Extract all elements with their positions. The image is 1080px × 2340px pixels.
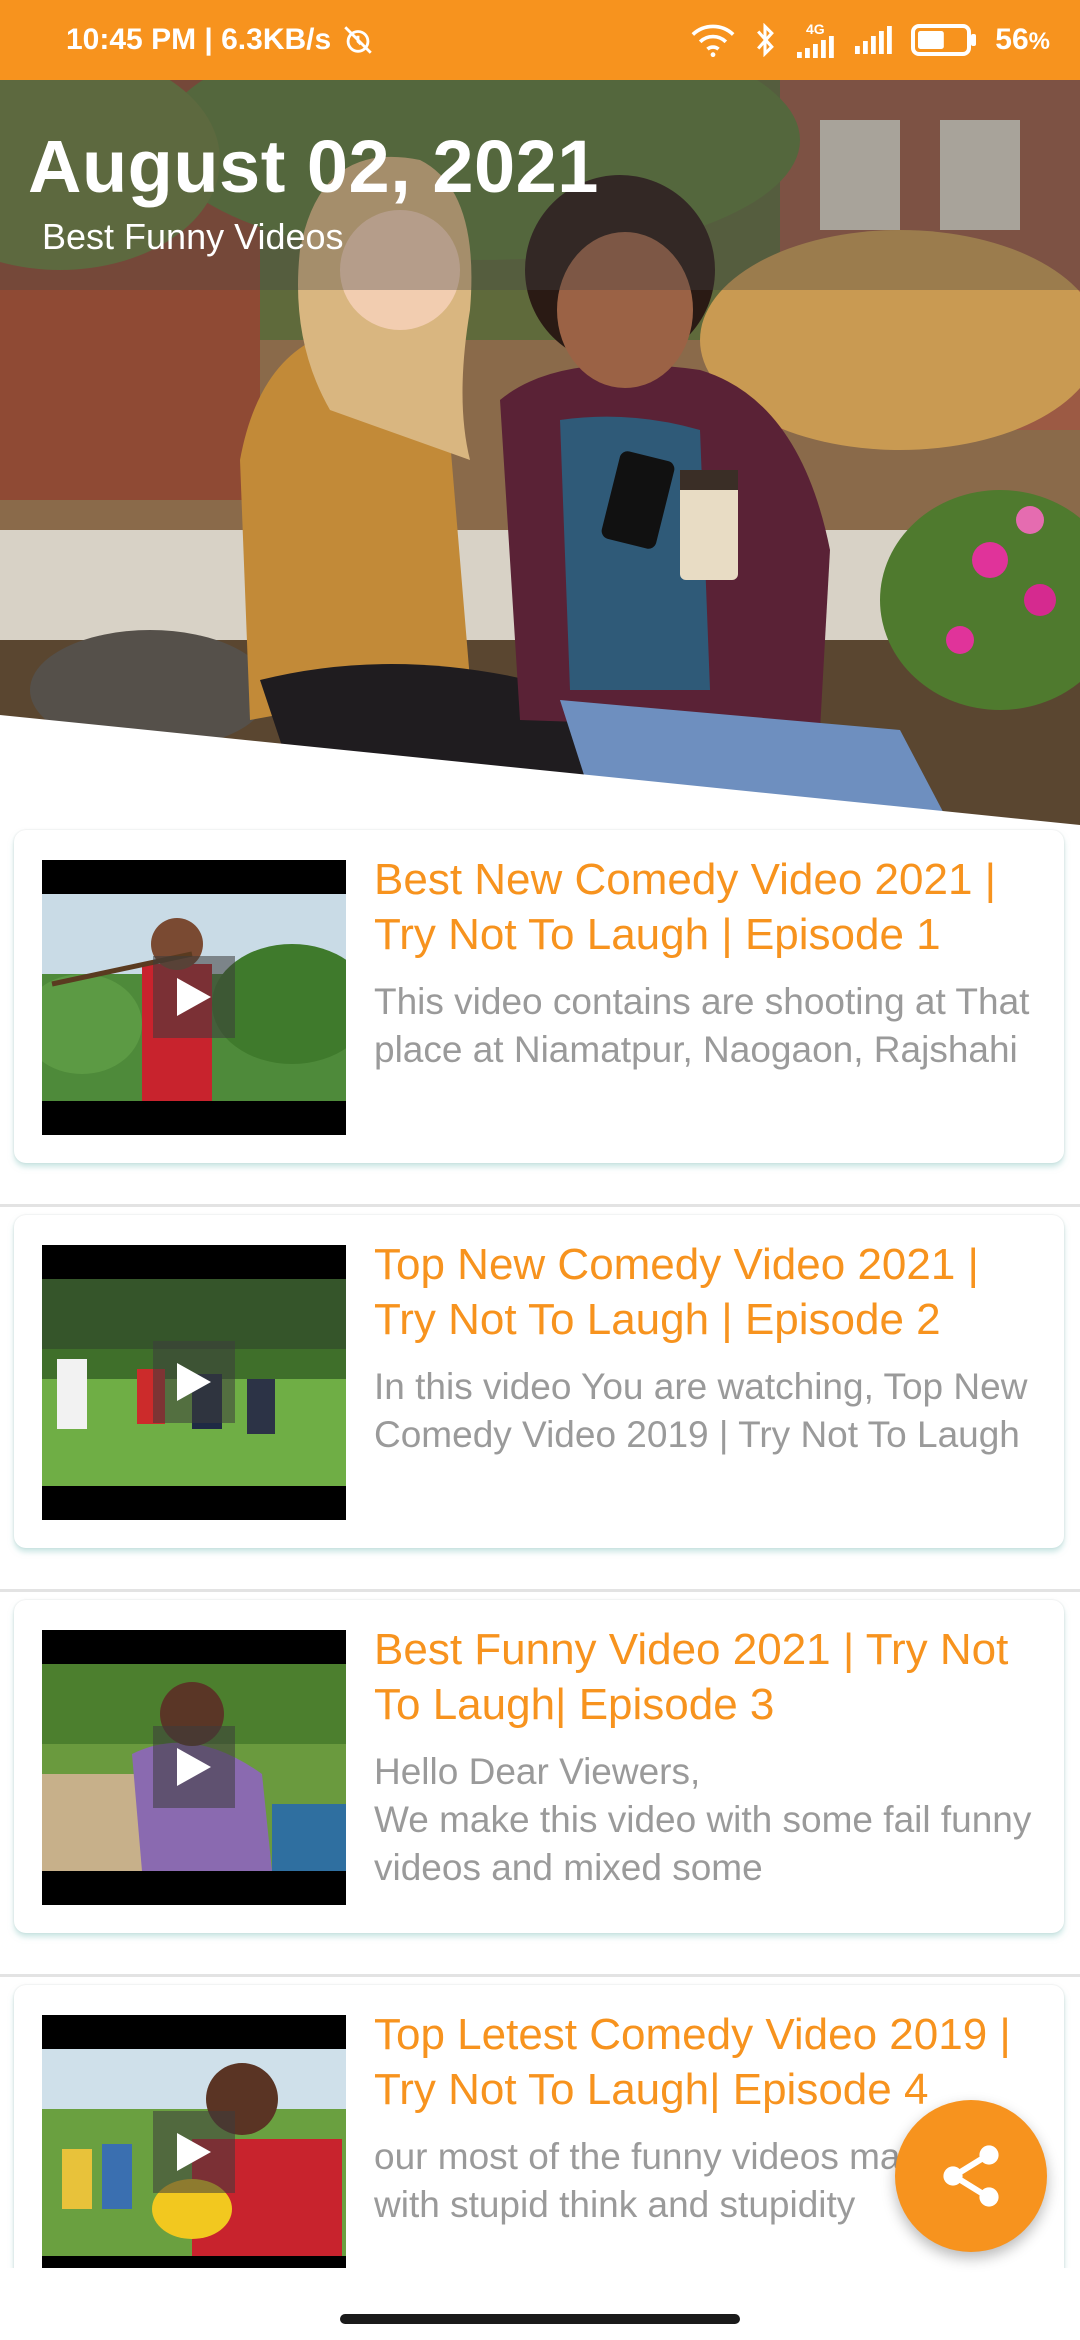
play-icon [177,1748,211,1786]
video-card[interactable]: Top New Comedy Video 2021 | Try Not To L… [14,1215,1064,1548]
status-time-speed: 10:45 PM | 6.3KB/s [66,23,332,56]
network-4g-icon: 4G [795,22,835,58]
alarm-off-icon [341,23,375,57]
hero-date: August 02, 2021 [28,125,599,208]
list-divider [0,1204,1080,1207]
video-description: In this video You are watching, Top New … [374,1366,1028,1455]
play-button[interactable] [153,956,235,1038]
hero-subtitle: Best Funny Videos [42,216,344,257]
hero-banner: August 02, 2021 Best Funny Videos [0,80,1080,825]
video-title[interactable]: Best New Comedy Video 2021 | Try Not To … [374,852,1044,962]
list-divider [0,1589,1080,1592]
play-icon [177,1363,211,1401]
video-card[interactable]: Best Funny Video 2021 | Try Not To Laugh… [14,1600,1064,1933]
play-button[interactable] [153,1341,235,1423]
gesture-nav-handle[interactable] [340,2314,740,2324]
video-thumbnail[interactable] [42,860,346,1135]
play-button[interactable] [153,1726,235,1808]
video-description: This video contains are shooting at That… [374,981,1030,1070]
wifi-icon [691,23,735,57]
video-title[interactable]: Top Letest Comedy Video 2019 | Try Not T… [374,2007,1044,2117]
share-button[interactable] [895,2100,1047,2252]
video-description: Hello Dear Viewers, We make this video w… [374,1751,1032,1888]
video-thumbnail[interactable] [42,1245,346,1520]
list-divider [0,1974,1080,1977]
network-label: 4G [805,21,825,37]
video-card[interactable]: Best New Comedy Video 2021 | Try Not To … [14,830,1064,1163]
battery-percent: 56% [995,23,1050,56]
video-title[interactable]: Top New Comedy Video 2021 | Try Not To L… [374,1237,1044,1347]
play-button[interactable] [153,2111,235,2193]
status-bar: 10:45 PM | 6.3KB/s 4G 56% [0,0,1080,80]
signal-icon [853,26,893,54]
video-thumbnail[interactable] [42,1630,346,1905]
bluetooth-icon [753,23,777,57]
video-thumbnail[interactable] [42,2015,346,2290]
play-icon [177,2133,211,2171]
play-icon [177,978,211,1016]
battery-icon [911,23,977,57]
video-title[interactable]: Best Funny Video 2021 | Try Not To Laugh… [374,1622,1044,1732]
share-icon [943,2145,999,2207]
bottom-bar [0,2268,1080,2340]
